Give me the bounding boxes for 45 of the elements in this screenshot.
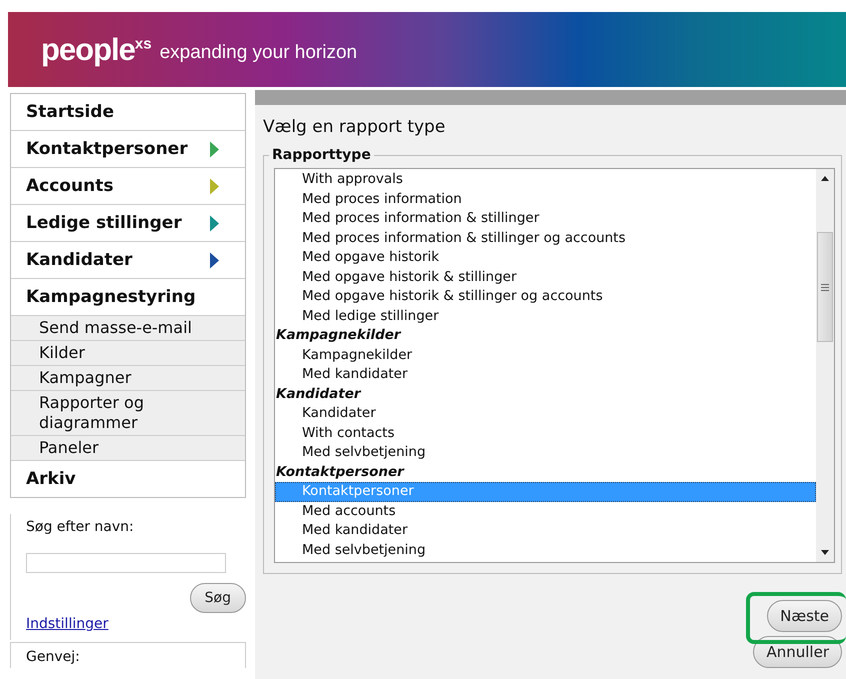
list-group-header: Kampagnekilder (275, 326, 402, 345)
list-option[interactable]: Med ledige stillinger (275, 306, 816, 326)
submenu-item[interactable]: Kampagner (11, 366, 245, 391)
next-button[interactable]: Næste (767, 600, 842, 632)
menu-item[interactable]: Startside (11, 94, 245, 131)
scroll-up-icon[interactable] (821, 176, 829, 181)
tagline: expanding your horizon (160, 42, 358, 64)
list-group-header: Kandidater (275, 384, 362, 404)
grip-icon (821, 284, 829, 290)
list-option[interactable]: Med selvbetjening (275, 443, 816, 462)
group-legend: Rapporttype (269, 147, 374, 163)
search-label: Søg efter navn: (26, 519, 135, 537)
search-button[interactable]: Søg (190, 583, 246, 613)
menu-item[interactable]: Kontaktpersoner (11, 131, 245, 168)
list-option[interactable]: Med accounts (275, 502, 816, 521)
list-option[interactable]: Kandidater (275, 404, 816, 424)
submenu-item[interactable]: Rapporter og diagrammer (11, 391, 245, 436)
submenu-item[interactable]: Kilder (11, 341, 245, 366)
menu-item[interactable]: Arkiv (11, 461, 245, 497)
list-option[interactable]: Med proces information (275, 190, 816, 209)
page-title: Vælg en rapport type (263, 117, 446, 137)
logo: people$^{xs}$ (41, 32, 152, 68)
scrollbar[interactable] (816, 169, 834, 562)
list-option[interactable]: Med opgave historik & stillinger og accounts (275, 287, 816, 306)
list-option[interactable]: Med kandidater (275, 365, 816, 384)
menu-item[interactable]: Ledige stillinger (11, 205, 245, 242)
scroll-down-icon[interactable] (821, 550, 829, 555)
list-option[interactable]: Med proces information & stillinger og accounts (275, 228, 816, 248)
list-group-header: Kontaktpersoner (275, 462, 406, 482)
list-option[interactable]: Med opgave historik & stillinger (275, 268, 816, 287)
search-field[interactable] (26, 553, 226, 573)
settings-link[interactable]: Indstillinger (26, 616, 108, 632)
menu-item[interactable]: Kandidater (11, 242, 245, 279)
menu-item[interactable]: Accounts (11, 168, 245, 205)
submenu-item[interactable]: Send masse-e-mail (11, 316, 245, 341)
scrollbar-thumb[interactable] (817, 232, 833, 342)
submenu-item[interactable]: Paneler (11, 436, 245, 461)
list-option[interactable]: Kampagnekilder (275, 346, 816, 365)
list-option[interactable]: Med proces information & stillinger (275, 209, 816, 228)
list-option[interactable]: Med opgave historik (275, 248, 816, 268)
list-option[interactable]: With approvals (275, 170, 816, 190)
list-option[interactable]: With contacts (275, 424, 816, 443)
list-option[interactable]: Med kandidater (275, 521, 816, 540)
shortcuts-label: Genvej: (26, 649, 80, 665)
list-option[interactable]: Med selvbetjening (275, 540, 816, 560)
